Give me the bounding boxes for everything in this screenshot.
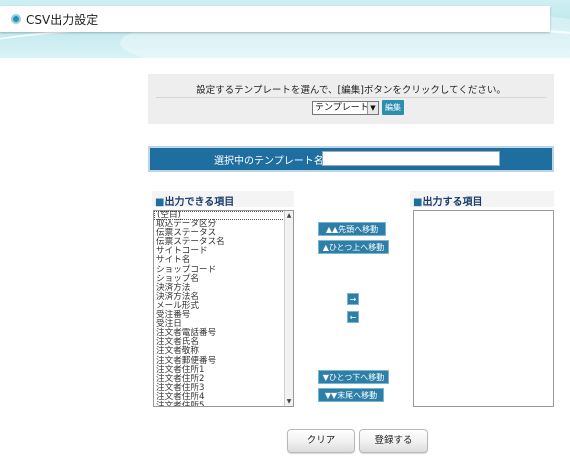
page-title: CSV出力設定 (26, 13, 99, 27)
register-button[interactable]: 登録する (359, 429, 428, 453)
chevron-down-icon[interactable]: ▼ (367, 102, 378, 114)
scroll-down-icon[interactable]: ▼ (285, 397, 293, 406)
available-items-list: (空白) 取込データ区分 伝票ステータス 伝票ステータス名 サイトコード サイト名 ショップ… (154, 211, 293, 406)
output-items-label: 出力する項目 (422, 197, 483, 208)
title-card: CSV出力設定 (0, 6, 550, 32)
scroll-up-icon[interactable]: ▲ (285, 211, 293, 220)
output-items-header: ■出力する項目 (413, 193, 483, 208)
output-items-listbox[interactable] (413, 210, 554, 407)
template-select[interactable]: テンプレート1 ▼ (312, 101, 379, 115)
move-to-bottom-button[interactable]: ▼▼末尾へ移動 (318, 388, 384, 402)
template-name-input[interactable] (322, 151, 500, 166)
clear-button[interactable]: クリア (287, 429, 355, 453)
add-item-button[interactable]: → (347, 293, 359, 305)
template-instruction: 設定するテンプレートを選んで、[編集]ボタンをクリックしてください。 (196, 85, 506, 96)
remove-item-button[interactable]: ← (347, 311, 359, 323)
template-name-label: 選択中のテンプレート名: (214, 156, 328, 167)
divider (156, 97, 546, 98)
template-select-value: テンプレート1 (315, 103, 375, 113)
available-items-listbox[interactable]: (空白) 取込データ区分 伝票ステータス 伝票ステータス名 サイトコード サイト名 ショップ… (153, 210, 294, 407)
available-items-label: 出力できる項目 (164, 197, 235, 208)
available-items-header: ■出力できる項目 (155, 193, 235, 208)
header-banner: CSV出力設定 (0, 0, 570, 58)
bullet-icon (11, 14, 21, 24)
template-name-bar: 選択中のテンプレート名: (148, 146, 554, 172)
scrollbar[interactable]: ▲ ▼ (284, 211, 293, 406)
edit-button[interactable]: 編集 (382, 100, 404, 115)
move-to-top-button[interactable]: ▲▲先頭へ移動 (318, 222, 386, 236)
move-up-button[interactable]: ▲ひとつ上へ移動 (318, 240, 389, 254)
list-item[interactable]: 注文者住所5 (154, 401, 293, 406)
move-down-button[interactable]: ▼ひとつ下へ移動 (318, 370, 389, 384)
template-panel: 設定するテンプレートを選んで、[編集]ボタンをクリックしてください。 テンプレー… (148, 74, 554, 124)
